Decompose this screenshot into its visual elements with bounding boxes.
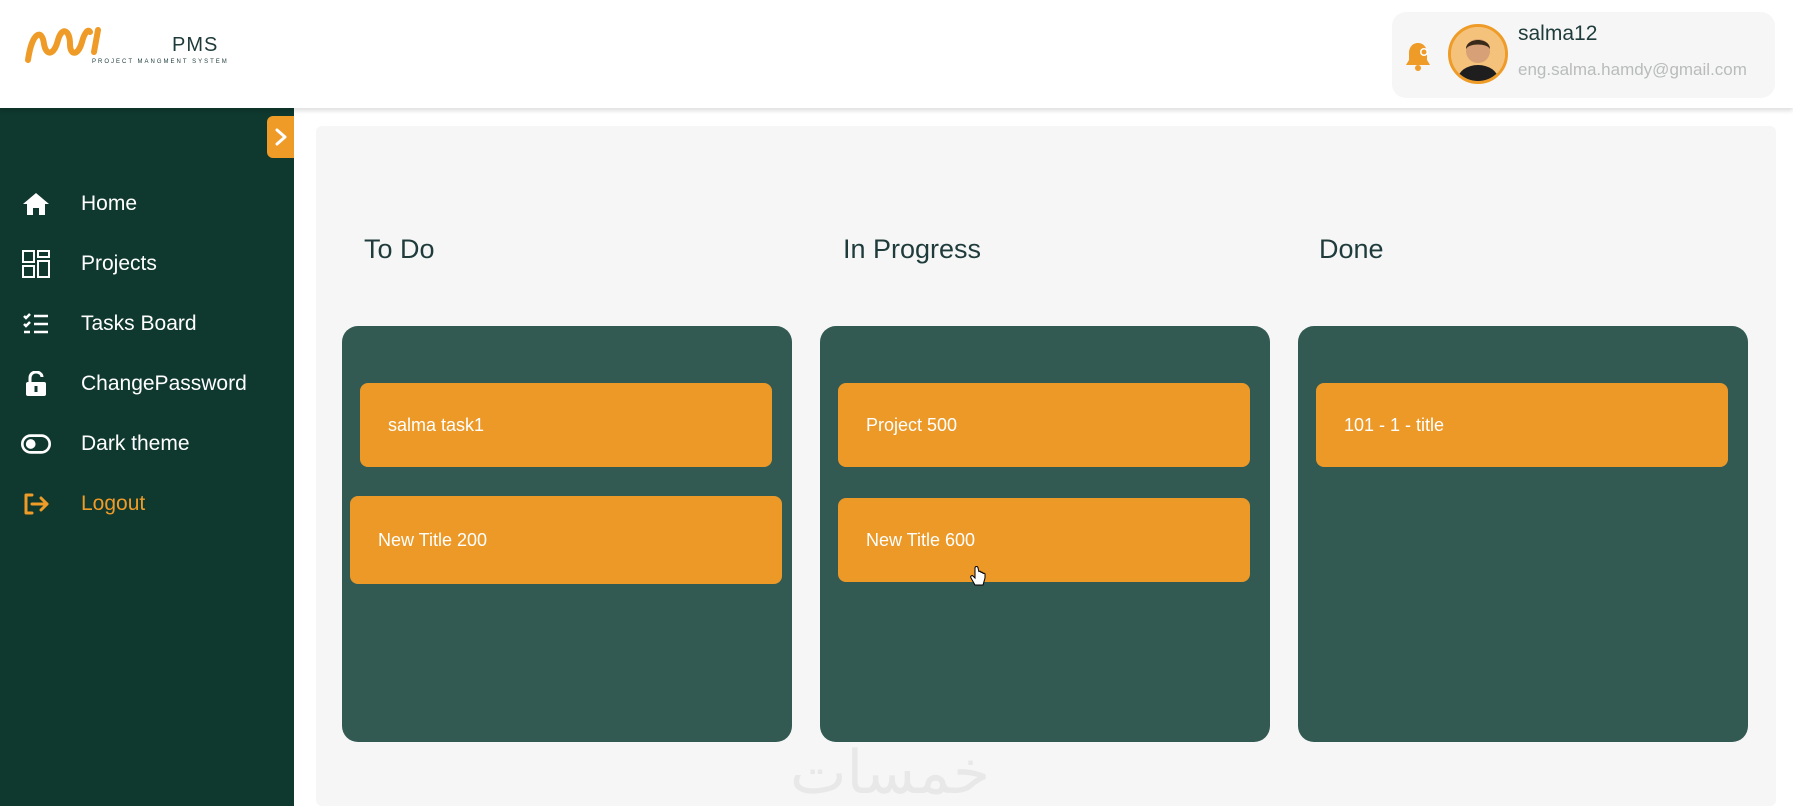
sidebar-item-tasks-board[interactable]: Tasks Board <box>0 294 294 354</box>
task-card[interactable]: Project 500 <box>838 383 1250 467</box>
logo-subtitle: PROJECT MANGMENT SYSTEM <box>92 59 229 65</box>
column-todo[interactable]: salma task1 New Title 200 <box>342 326 792 742</box>
projects-grid-icon <box>21 250 51 278</box>
tasks-list-icon <box>21 310 51 338</box>
sidebar-item-dark-theme[interactable]: Dark theme <box>0 414 294 474</box>
sidebar-nav: Home Projects Tasks Board ChangePassword… <box>0 174 294 534</box>
main-content: To Do In Progress Done salma task1 New T… <box>294 108 1793 806</box>
tasks-board-panel: To Do In Progress Done salma task1 New T… <box>316 126 1776 806</box>
toggle-icon[interactable] <box>21 430 51 458</box>
avatar-person-icon <box>1451 27 1505 81</box>
task-title: salma task1 <box>388 415 485 435</box>
task-title: 101 - 1 - title <box>1344 415 1445 435</box>
hand-cursor-icon <box>970 566 986 586</box>
column-done[interactable]: 101 - 1 - title <box>1298 326 1748 742</box>
logout-icon <box>21 490 51 518</box>
sidebar-item-home[interactable]: Home <box>0 174 294 234</box>
task-title: Project 500 <box>866 415 958 435</box>
user-profile-box[interactable]: salma12 eng.salma.hamdy@gmail.com <box>1392 12 1775 98</box>
sidebar-item-label: Home <box>81 192 138 215</box>
home-icon <box>21 190 51 218</box>
logo-title: PMS <box>172 34 219 56</box>
sidebar: Home Projects Tasks Board ChangePassword… <box>0 108 294 806</box>
task-card[interactable]: salma task1 <box>360 383 772 467</box>
sidebar-item-label: Dark theme <box>81 432 190 455</box>
notification-bell-icon[interactable] <box>1403 40 1433 72</box>
sidebar-item-logout[interactable]: Logout <box>0 474 294 534</box>
sidebar-collapse-button[interactable] <box>267 116 294 158</box>
task-title: New Title 600 <box>866 530 976 550</box>
watermark: خمسات <box>790 739 991 806</box>
sidebar-item-label: Tasks Board <box>81 312 197 335</box>
task-title: New Title 200 <box>378 530 488 550</box>
column-title-done: Done <box>1319 234 1384 264</box>
avatar[interactable] <box>1448 24 1508 84</box>
top-header: PMS PROJECT MANGMENT SYSTEM salma12 eng.… <box>0 0 1793 108</box>
app-logo[interactable]: PMS PROJECT MANGMENT SYSTEM <box>24 22 254 74</box>
chevron-right-icon <box>275 128 286 146</box>
sidebar-item-label: ChangePassword <box>81 372 247 395</box>
sidebar-item-change-password[interactable]: ChangePassword <box>0 354 294 414</box>
column-title-todo: To Do <box>364 234 435 264</box>
sidebar-item-label: Projects <box>81 252 157 275</box>
task-card[interactable]: New Title 600 <box>838 498 1250 582</box>
column-title-in-progress: In Progress <box>843 234 982 264</box>
task-card[interactable]: New Title 200 <box>350 496 782 584</box>
sidebar-item-projects[interactable]: Projects <box>0 234 294 294</box>
user-name: salma12 <box>1518 22 1598 45</box>
lock-icon <box>21 370 51 398</box>
user-email: eng.salma.hamdy@gmail.com <box>1518 60 1747 79</box>
column-in-progress[interactable]: Project 500 New Title 600 <box>820 326 1270 742</box>
task-card[interactable]: 101 - 1 - title <box>1316 383 1728 467</box>
sidebar-item-label: Logout <box>81 492 146 515</box>
